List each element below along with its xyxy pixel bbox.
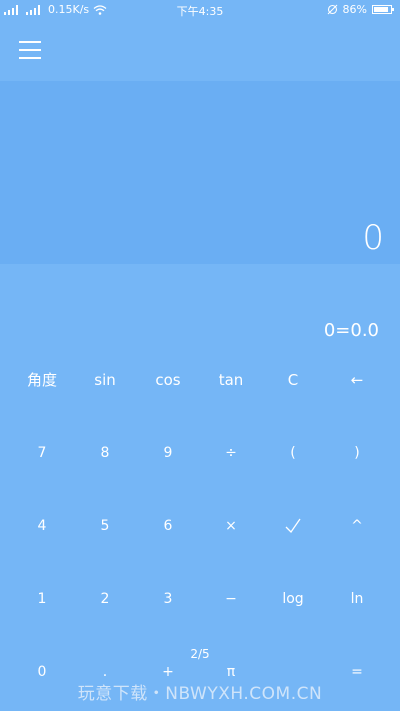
digit-4-key[interactable]: 4 — [9, 489, 75, 562]
battery-fill — [374, 7, 388, 12]
digit-1-key[interactable]: 1 — [9, 562, 75, 635]
minus-key[interactable]: − — [198, 562, 264, 635]
sqrt-icon — [285, 518, 301, 533]
multiply-key[interactable]: × — [198, 489, 264, 562]
display-value: 0 — [362, 218, 384, 258]
backspace-key[interactable]: ← — [324, 343, 390, 416]
status-right: 86% — [327, 3, 394, 16]
battery-icon — [372, 5, 394, 14]
expression-text: 0=0.0 — [323, 320, 379, 341]
digit-5-key[interactable]: 5 — [72, 489, 138, 562]
sin-key[interactable]: sin — [72, 343, 138, 416]
alarm-icon — [327, 4, 337, 15]
page-indicator: 2/5 — [190, 647, 210, 661]
battery-percent: 86% — [342, 3, 367, 16]
hamburger-menu-icon[interactable] — [19, 41, 41, 59]
digit-3-key[interactable]: 3 — [135, 562, 201, 635]
close-paren-key[interactable]: ) — [324, 416, 390, 489]
digit-2-key[interactable]: 2 — [72, 562, 138, 635]
log-key[interactable]: log — [260, 562, 326, 635]
clear-key[interactable]: C — [260, 343, 326, 416]
open-paren-key[interactable]: ( — [260, 416, 326, 489]
status-bar: 0.15K/s 下午4:35 86% — [0, 0, 400, 20]
ln-key[interactable]: ln — [324, 562, 390, 635]
digit-6-key[interactable]: 6 — [135, 489, 201, 562]
power-key[interactable]: ^ — [324, 489, 390, 562]
digit-9-key[interactable]: 9 — [135, 416, 201, 489]
divide-key[interactable]: ÷ — [198, 416, 264, 489]
tan-key[interactable]: tan — [198, 343, 264, 416]
angle-mode-key[interactable]: 角度 — [9, 343, 75, 416]
digit-8-key[interactable]: 8 — [72, 416, 138, 489]
app-header — [0, 20, 400, 80]
watermark: 玩意下载・NBWYXH.COM.CN — [77, 684, 323, 704]
cos-key[interactable]: cos — [135, 343, 201, 416]
sqrt-key[interactable] — [260, 489, 326, 562]
digit-7-key[interactable]: 7 — [9, 416, 75, 489]
result-display: 0 — [0, 81, 400, 264]
